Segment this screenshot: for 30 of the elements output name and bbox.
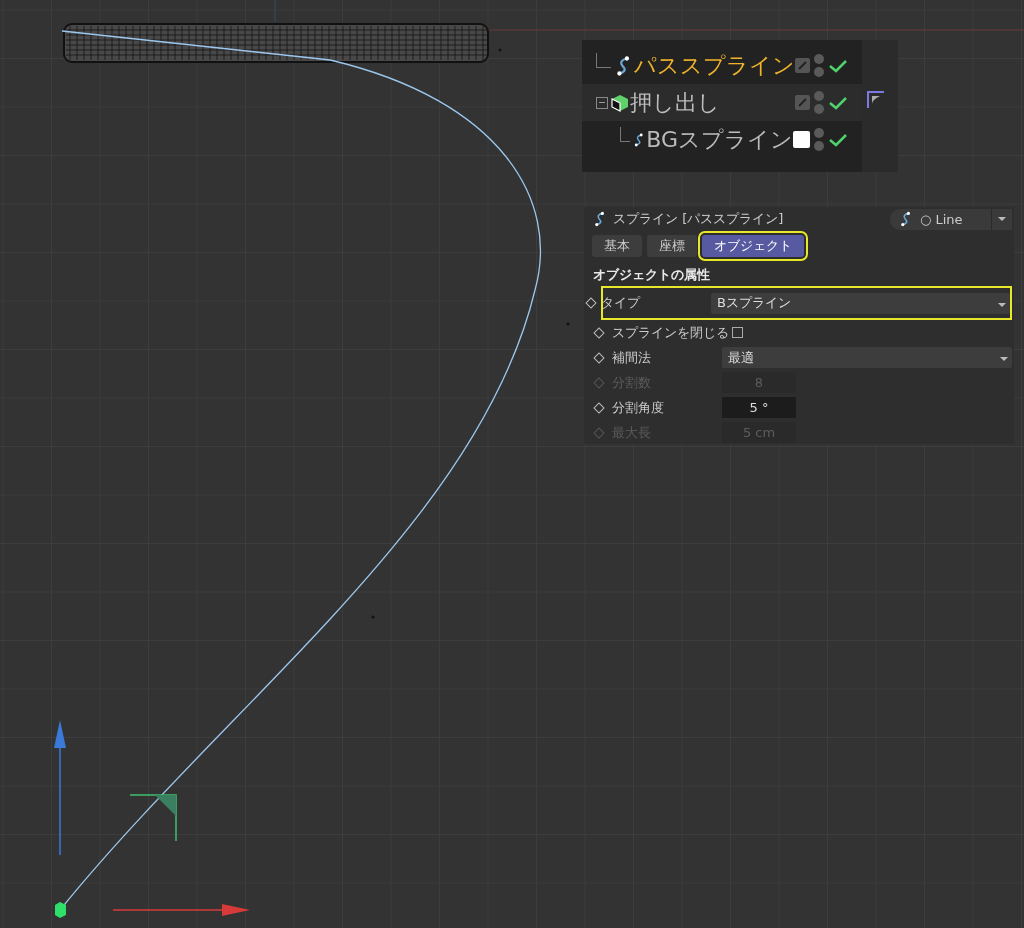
- dropdown-field[interactable]: 最適: [722, 347, 1012, 368]
- point-marker: [371, 615, 375, 619]
- cube-icon: [610, 92, 630, 113]
- dropdown-field[interactable]: Bスプライン: [711, 292, 1010, 314]
- visibility-dots-icon[interactable]: [814, 128, 824, 151]
- tab[interactable]: 座標: [647, 235, 697, 257]
- field-label: タイプ: [601, 294, 642, 312]
- field-label: 分割角度: [612, 398, 665, 417]
- point-marker: [498, 48, 502, 52]
- check-icon[interactable]: [828, 57, 848, 74]
- point-marker: [566, 322, 570, 326]
- field-label: 補間法: [612, 348, 652, 367]
- mode-dropdown[interactable]: ○ Line: [890, 208, 1012, 230]
- visibility-dots-icon[interactable]: [814, 91, 824, 114]
- check-icon[interactable]: [828, 131, 848, 148]
- check-icon[interactable]: [828, 94, 848, 111]
- origin-handle-icon[interactable]: [55, 902, 66, 918]
- object-name[interactable]: BGスプライン: [646, 124, 793, 155]
- collapse-toggle[interactable]: [596, 96, 608, 109]
- tab[interactable]: 基本: [592, 235, 642, 257]
- corner-gizmo-drawing: [129, 794, 177, 842]
- attribute-title: スプライン [パススプライン]: [613, 210, 784, 228]
- corner-marker-icon: [866, 90, 886, 110]
- field-label: スプラインを閉じる: [612, 323, 729, 342]
- number-field[interactable]: 5 °: [722, 397, 796, 418]
- layer-color-swatch[interactable]: [793, 131, 810, 148]
- section-heading: オブジェクトの属性: [592, 266, 711, 284]
- visibility-dots-icon[interactable]: [814, 54, 824, 77]
- checkbox[interactable]: [732, 327, 743, 338]
- object-name[interactable]: パススプライン: [634, 50, 795, 81]
